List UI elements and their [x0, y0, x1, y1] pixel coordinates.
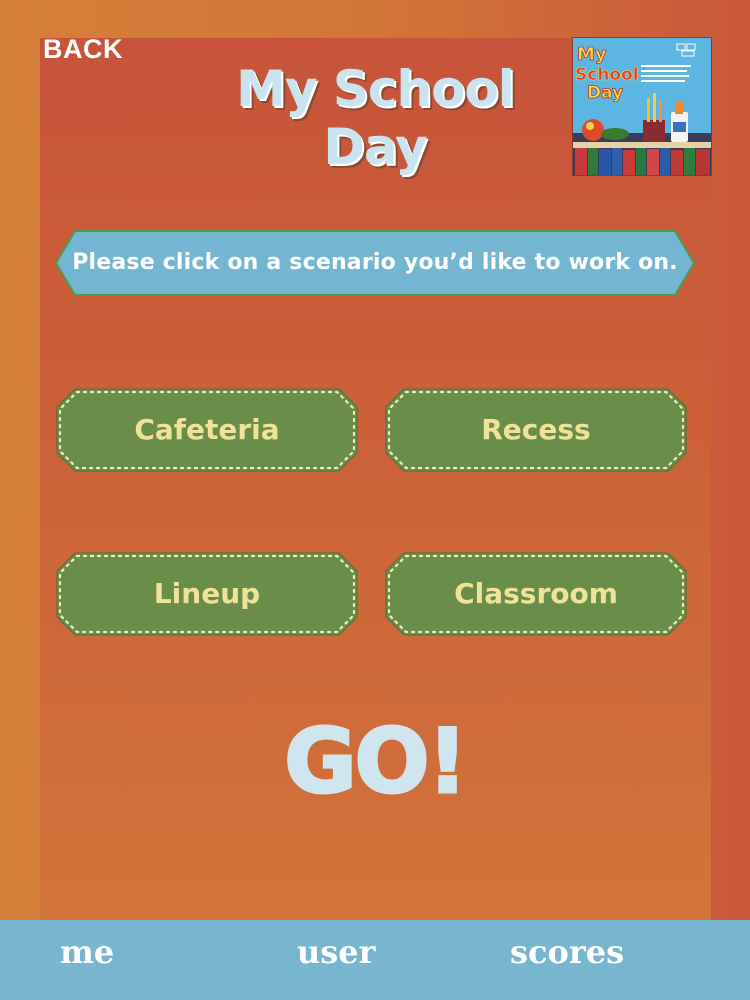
scenario-label: Recess — [481, 413, 591, 446]
title-line-1: My School — [236, 60, 515, 118]
instruction-banner: Please click on a scenario you’d like to… — [55, 230, 695, 296]
cover-title-1: My — [577, 44, 607, 65]
scenario-label: Cafeteria — [134, 413, 280, 446]
tab-scores[interactable]: scores — [510, 920, 624, 984]
cover-illustration: My School Day — [573, 38, 711, 175]
instruction-text: Please click on a scenario you’d like to… — [72, 250, 678, 275]
scenario-label: Lineup — [153, 577, 261, 610]
go-button[interactable]: GO! — [250, 710, 500, 813]
scenario-lineup-button[interactable]: Lineup — [55, 551, 359, 637]
tab-user[interactable]: user — [297, 920, 376, 984]
tab-me[interactable]: me — [60, 920, 114, 984]
scenario-recess-button[interactable]: Recess — [384, 387, 688, 473]
app-cover-thumbnail[interactable]: My School Day — [572, 37, 712, 176]
scenario-cafeteria-button[interactable]: Cafeteria — [55, 387, 359, 473]
page-title: My School Day — [200, 60, 550, 176]
cover-title-3: Day — [587, 83, 623, 103]
scenario-label: Classroom — [454, 577, 618, 610]
scenario-classroom-button[interactable]: Classroom — [384, 551, 688, 637]
cover-title-2: School — [575, 65, 639, 85]
title-line-2: Day — [323, 118, 427, 176]
back-button[interactable]: BACK — [43, 34, 123, 65]
bottom-tab-bar: me user scores — [0, 920, 750, 1000]
